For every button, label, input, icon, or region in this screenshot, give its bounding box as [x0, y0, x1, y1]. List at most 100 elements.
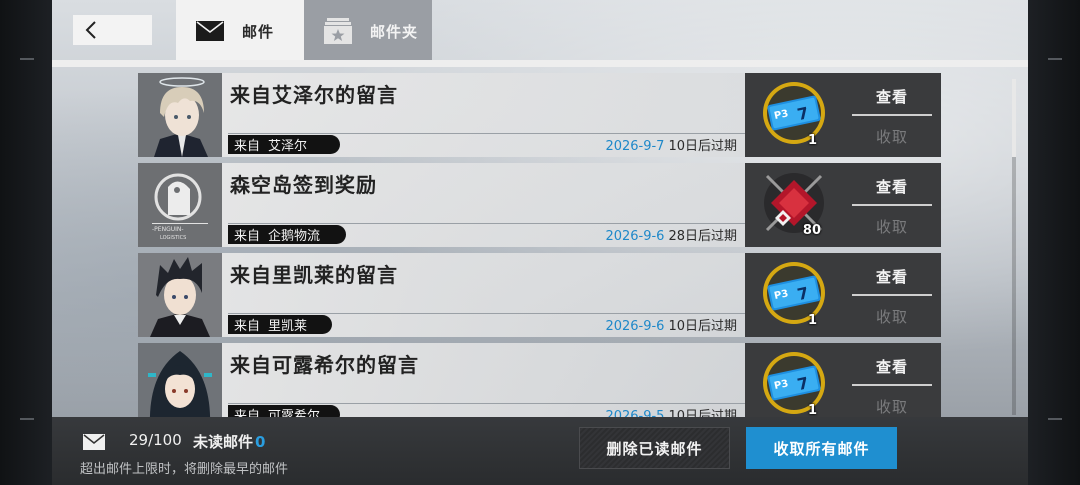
action-divider: [852, 114, 932, 116]
action-divider: [852, 384, 932, 386]
mail-row[interactable]: 来自里凯莱的留言 来自 里凯莱 2026-9-6 10日后过期 P3 7 1 查…: [138, 253, 941, 337]
tab-mail-label: 邮件: [242, 22, 275, 41]
reward-count: 1: [807, 133, 817, 148]
frame-notch: [20, 58, 34, 60]
mail-divider: [228, 313, 745, 314]
sender-prefix: 来自: [234, 139, 261, 154]
sender-name: 可露希尔: [268, 409, 321, 417]
reward-slot[interactable]: P3 7 1: [745, 253, 843, 337]
action-divider: [852, 204, 932, 206]
mail-list[interactable]: 来自艾泽尔的留言 来自 艾泽尔 2026-9-7 10日后过期 P3 7 1 查…: [138, 73, 941, 417]
collect-all-button[interactable]: 收取所有邮件: [746, 427, 897, 469]
mail-actions: 查看 收取: [843, 343, 941, 417]
furniture-token-icon: 80: [761, 170, 827, 240]
expiry-text: 28日后过期: [668, 229, 737, 244]
sender-badge: 来自 可露希尔: [228, 405, 340, 417]
view-button[interactable]: 查看: [852, 173, 932, 199]
mail-actions: 查看 收取: [843, 73, 941, 157]
mail-row[interactable]: 来自艾泽尔的留言 来自 艾泽尔 2026-9-7 10日后过期 P3 7 1 查…: [138, 73, 941, 157]
collect-button[interactable]: 收取: [852, 123, 932, 149]
mail-actions: 查看 收取: [843, 253, 941, 337]
sender-name: 里凯莱: [268, 319, 308, 334]
mail-date: 2026-9-5: [605, 409, 665, 417]
bottom-bar: 29/100 未读邮件 0 超出邮件上限时，将删除最早的邮件 删除已读邮件 收取所…: [52, 417, 1028, 485]
tab-mail-folder[interactable]: 邮件夹: [304, 0, 432, 62]
avatar: [138, 343, 222, 417]
headhunting-permit-icon: P3 7 1: [761, 80, 827, 150]
view-button[interactable]: 查看: [852, 263, 932, 289]
sender-name: 企鹅物流: [268, 229, 321, 244]
mail-date: 2026-9-6: [605, 229, 665, 244]
svg-text:-PENGUIN-: -PENGUIN-: [152, 226, 184, 233]
mail-title: 来自艾泽尔的留言: [230, 83, 398, 107]
reward-slot[interactable]: 80: [745, 163, 843, 247]
mail-body[interactable]: 来自可露希尔的留言 来自 可露希尔 2026-9-5 10日后过期: [222, 343, 745, 417]
tab-mail[interactable]: 邮件: [176, 0, 304, 62]
collect-button[interactable]: 收取: [852, 393, 932, 417]
unread-label: 未读邮件: [193, 433, 254, 451]
top-bar: 邮件 邮件夹: [52, 0, 1028, 62]
reward-slot[interactable]: P3 7 1: [745, 343, 843, 417]
reward-slot[interactable]: P3 7 1: [745, 73, 843, 157]
reward-count: 1: [807, 313, 817, 328]
avatar: [138, 73, 222, 157]
svg-text:LOGISTICS: LOGISTICS: [160, 235, 186, 241]
mail-row[interactable]: -PENGUIN- LOGISTICS 森空岛签到奖励 来自 企鹅物流 2026…: [138, 163, 941, 247]
sender-prefix: 来自: [234, 409, 261, 417]
sender-badge: 来自 里凯莱: [228, 315, 332, 334]
folder-star-icon: [324, 18, 352, 44]
expiry-text: 10日后过期: [668, 319, 737, 334]
mail-count: 29/100: [129, 431, 182, 449]
mail-expiry: 2026-9-6 10日后过期: [605, 315, 737, 334]
mail-title: 来自可露希尔的留言: [230, 353, 419, 377]
expiry-text: 10日后过期: [668, 409, 737, 417]
unread-count: 0: [255, 433, 266, 451]
frame-notch: [1048, 418, 1062, 420]
mail-date: 2026-9-7: [605, 139, 665, 154]
headhunting-permit-icon: P3 7 1: [761, 260, 827, 330]
sender-badge: 来自 企鹅物流: [228, 225, 346, 244]
mail-body[interactable]: 森空岛签到奖励 来自 企鹅物流 2026-9-6 28日后过期: [222, 163, 745, 247]
collect-button[interactable]: 收取: [852, 213, 932, 239]
left-frame: [0, 0, 52, 485]
chevron-left-icon: [85, 21, 96, 39]
mail-body[interactable]: 来自艾泽尔的留言 来自 艾泽尔 2026-9-7 10日后过期: [222, 73, 745, 157]
sender-name: 艾泽尔: [268, 139, 308, 154]
header-divider: [52, 60, 1028, 67]
mail-actions: 查看 收取: [843, 163, 941, 247]
view-button[interactable]: 查看: [852, 83, 932, 109]
mail-limit-hint: 超出邮件上限时，将删除最早的邮件: [80, 462, 289, 477]
reward-count: 1: [807, 403, 817, 417]
delete-read-button[interactable]: 删除已读邮件: [579, 427, 730, 469]
mail-title: 森空岛签到奖励: [230, 173, 377, 197]
collect-button[interactable]: 收取: [852, 303, 932, 329]
mail-divider: [228, 403, 745, 404]
mail-row[interactable]: 来自可露希尔的留言 来自 可露希尔 2026-9-5 10日后过期 P3 7 1…: [138, 343, 941, 417]
action-divider: [852, 294, 932, 296]
back-button[interactable]: [73, 15, 152, 45]
avatar: [138, 253, 222, 337]
mail-divider: [228, 223, 745, 224]
scrollbar[interactable]: [1012, 79, 1016, 415]
tab-mail-folder-label: 邮件夹: [370, 22, 419, 41]
reward-count: 80: [802, 223, 821, 238]
mail-expiry: 2026-9-6 28日后过期: [605, 225, 737, 244]
envelope-icon: [196, 20, 224, 42]
sender-prefix: 来自: [234, 229, 261, 244]
expiry-text: 10日后过期: [668, 139, 737, 154]
scrollbar-thumb[interactable]: [1012, 79, 1016, 157]
mail-title: 来自里凯莱的留言: [230, 263, 398, 287]
mail-body[interactable]: 来自里凯莱的留言 来自 里凯莱 2026-9-6 10日后过期: [222, 253, 745, 337]
envelope-icon: [83, 434, 105, 450]
headhunting-permit-icon: P3 7 1: [761, 350, 827, 417]
frame-notch: [1048, 58, 1062, 60]
view-button[interactable]: 查看: [852, 353, 932, 379]
mail-expiry: 2026-9-5 10日后过期: [605, 405, 737, 417]
unread-counter: 未读邮件 0: [193, 431, 265, 452]
sender-badge: 来自 艾泽尔: [228, 135, 340, 154]
mail-expiry: 2026-9-7 10日后过期: [605, 135, 737, 154]
sender-prefix: 来自: [234, 319, 261, 334]
penguin-logistics-logo: -PENGUIN- LOGISTICS: [138, 163, 222, 247]
frame-notch: [20, 418, 34, 420]
mail-date: 2026-9-6: [605, 319, 665, 334]
